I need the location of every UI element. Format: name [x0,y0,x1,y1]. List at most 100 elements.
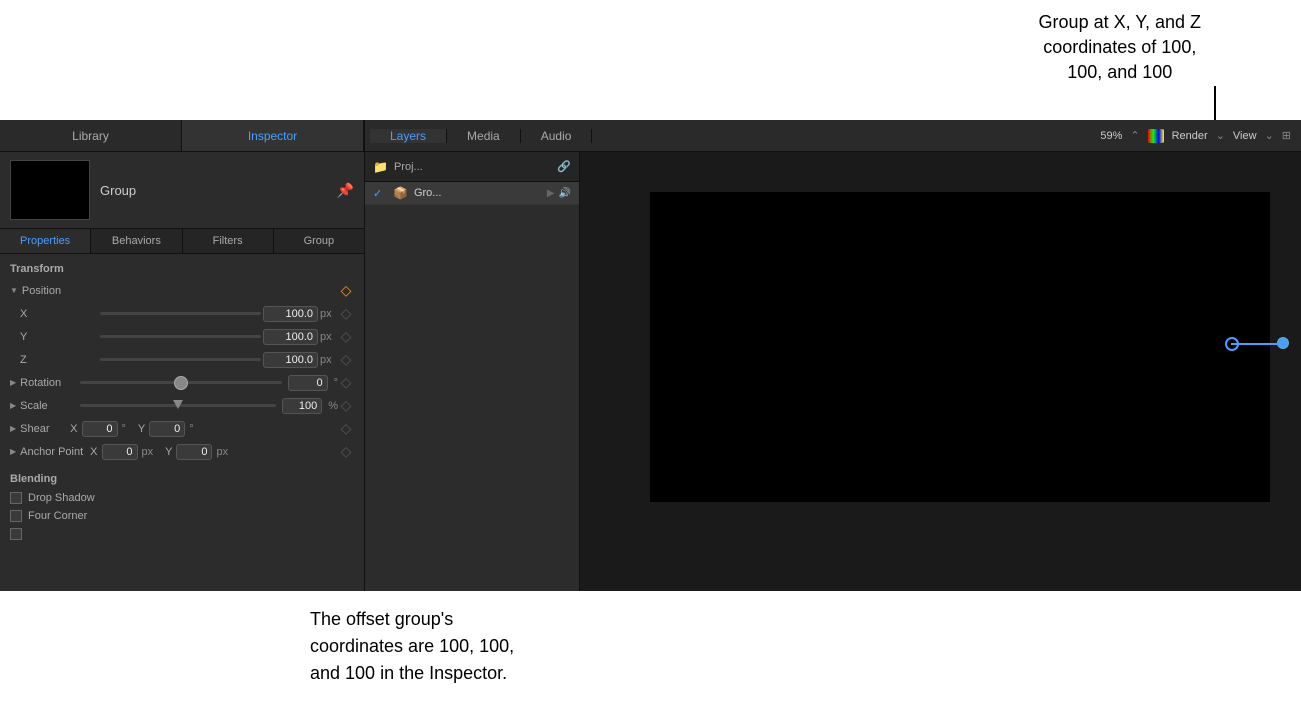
rotation-expand-arrow[interactable]: ▶ [10,378,16,387]
tab-behaviors[interactable]: Behaviors [91,229,182,253]
rotation-controls: ° [80,375,338,391]
shear-x-input[interactable] [82,421,118,437]
motion-point-right[interactable] [1277,337,1289,349]
anchor-expand-arrow[interactable]: ▶ [10,447,16,456]
position-row: ▼ Position ◇ [0,279,364,302]
color-picker-icon[interactable] [1148,129,1164,143]
anchor-label: Anchor Point [20,446,90,458]
z-input[interactable] [263,352,318,368]
middle-tabs: Layers Media Audio [365,120,1090,151]
four-corner-row: Four Corner [0,507,364,525]
scale-label: Scale [20,400,80,412]
transform-header: Transform [0,259,364,279]
layer-controls: ▶ 🔊 [547,188,571,199]
motion-line [1231,343,1281,345]
group-name-label: Group [100,183,327,198]
scale-controls: % [80,398,338,414]
scale-unit: % [328,400,338,412]
pin-icon[interactable]: 📌 [337,182,354,199]
four-corner-checkbox[interactable] [10,510,22,522]
anchor-controls: X px Y px [90,444,338,460]
blending-header: Blending [0,469,364,489]
anchor-x-unit: px [142,446,154,458]
window-icon[interactable]: ⊞ [1282,129,1291,142]
anchor-y-unit: px [216,446,228,458]
layers-header: 📁 Proj... 🔗 [365,152,579,182]
shear-x-label: X [70,423,77,435]
annotation-bottom-text: The offset group's coordinates are 100, … [310,606,514,687]
render-button[interactable]: Render [1172,130,1208,142]
y-slider[interactable] [100,335,261,338]
y-input[interactable] [263,329,318,345]
y-unit: px [320,331,338,343]
tab-library[interactable]: Library [0,120,182,151]
x-input[interactable] [263,306,318,322]
position-y-row: Y px ◇ [0,325,364,348]
group-layer-icon: 📦 [393,186,408,200]
position-z-row: Z px ◇ [0,348,364,371]
rotation-slider-thumb [174,376,188,390]
shear-row: ▶ Shear X ° Y ° ◇ [0,417,364,440]
y-label: Y [20,331,100,343]
scale-reset[interactable]: ◇ [338,397,354,414]
tab-audio[interactable]: Audio [521,129,593,143]
z-slider[interactable] [100,358,261,361]
x-unit: px [320,308,338,320]
preview-thumbnail [10,160,90,220]
z-reset[interactable]: ◇ [338,351,354,368]
shear-expand-arrow[interactable]: ▶ [10,424,16,433]
shear-reset[interactable]: ◇ [338,420,354,437]
scale-slider[interactable] [80,404,276,407]
x-slider[interactable] [100,312,261,315]
layer-item-group[interactable]: ✓ 📦 Gro... ▶ 🔊 [365,182,579,205]
scale-expand-arrow[interactable]: ▶ [10,401,16,410]
y-reset[interactable]: ◇ [338,328,354,345]
four-corner-label: Four Corner [28,510,87,522]
tab-layers[interactable]: Layers [370,129,447,143]
extra-label: ... [28,528,37,540]
zoom-level[interactable]: 59% [1100,130,1122,142]
position-expand-arrow[interactable]: ▼ [10,286,18,295]
annotation-top: Group at X, Y, and Z coordinates of 100,… [0,0,1301,120]
scale-row: ▶ Scale % ◇ [0,394,364,417]
folder-icon: 📁 [373,160,388,174]
drop-shadow-checkbox[interactable] [10,492,22,504]
position-reset[interactable]: ◇ [338,282,354,299]
z-unit: px [320,354,338,366]
view-button[interactable]: View [1233,130,1257,142]
drop-shadow-row: Drop Shadow [0,489,364,507]
anchor-x-input[interactable] [102,444,138,460]
inspector-header: Group 📌 [0,152,364,229]
tab-filters[interactable]: Filters [183,229,274,253]
anchor-x-label: X [90,446,97,458]
z-label: Z [20,354,100,366]
rotation-slider[interactable] [80,381,281,384]
extra-row: ... [0,525,364,543]
annotation-top-text: Group at X, Y, and Z coordinates of 100,… [1039,10,1201,86]
rotation-input[interactable] [288,375,328,391]
x-value-group: px [100,306,338,322]
tab-inspector[interactable]: Inspector [182,120,364,151]
anchor-y-label: Y [165,446,172,458]
x-reset[interactable]: ◇ [338,305,354,322]
z-value-group: px [100,352,338,368]
position-x-row: X px ◇ [0,302,364,325]
rotation-reset[interactable]: ◇ [338,374,354,391]
x-label: X [20,308,100,320]
scale-input[interactable] [282,398,322,414]
tab-properties[interactable]: Properties [0,229,91,253]
tab-media[interactable]: Media [447,129,521,143]
shear-controls: X ° Y ° [70,421,338,437]
layer-audio-icon: 🔊 [559,188,571,199]
drop-shadow-label: Drop Shadow [28,492,95,504]
rotation-row: ▶ Rotation ° ◇ [0,371,364,394]
proj-label: Proj... [394,161,423,173]
annotation-bottom: The offset group's coordinates are 100, … [0,591,1301,721]
shear-y-input[interactable] [149,421,185,437]
tab-group[interactable]: Group [274,229,364,253]
shear-x-unit: ° [122,423,126,435]
extra-checkbox[interactable] [10,528,22,540]
anchor-y-input[interactable] [176,444,212,460]
anchor-reset[interactable]: ◇ [338,443,354,460]
view-arrow: ⌄ [1265,129,1274,142]
